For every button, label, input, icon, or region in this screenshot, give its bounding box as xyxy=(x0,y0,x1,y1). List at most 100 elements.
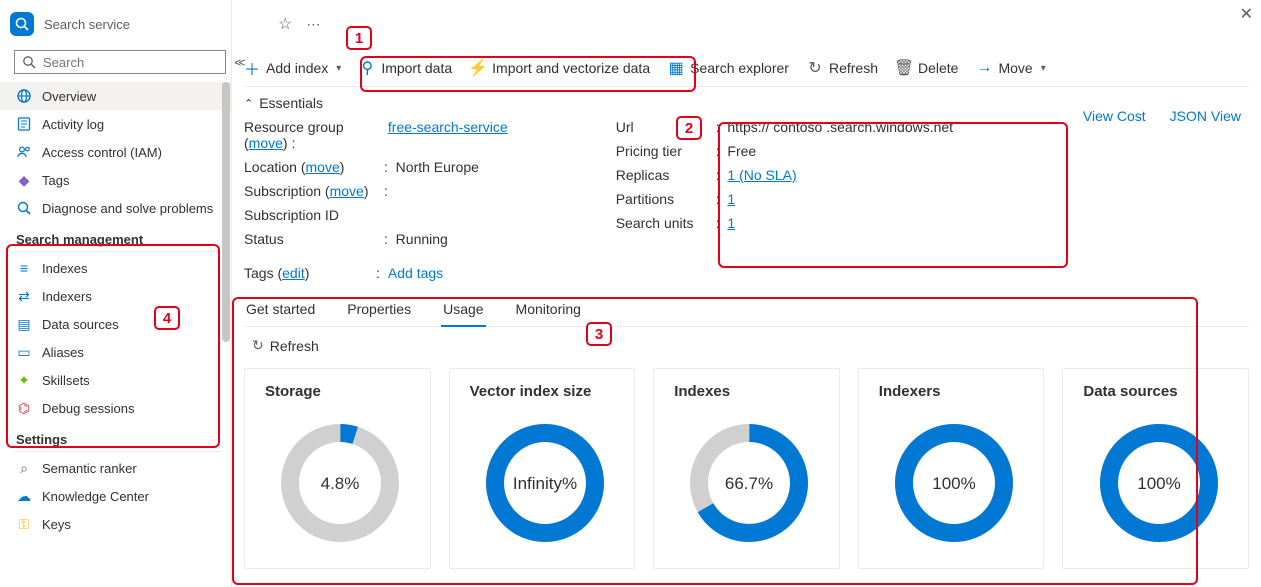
indexes-icon: ≡ xyxy=(16,260,32,276)
json-view-link[interactable]: JSON View xyxy=(1170,108,1241,124)
refresh-button[interactable]: ↻Refresh xyxy=(807,60,878,76)
alias-icon: ▭ xyxy=(16,344,32,360)
tab-usage[interactable]: Usage xyxy=(441,295,485,327)
cmd-label: Search explorer xyxy=(690,60,789,76)
nav-section-settings: Settings xyxy=(14,422,221,452)
favorite-star-icon[interactable]: ☆ xyxy=(278,14,292,34)
import-vectorize-button[interactable]: ⚡Import and vectorize data xyxy=(470,60,650,76)
tab-get-started[interactable]: Get started xyxy=(244,295,317,326)
subscription-move-link[interactable]: move xyxy=(330,183,364,199)
usage-card-storage[interactable]: Storage 4.8% xyxy=(244,368,431,569)
close-blade-button[interactable]: ✕ xyxy=(1240,4,1253,24)
tags-row: Tags (edit) :Add tags xyxy=(244,259,1249,295)
donut-chart: 4.8% xyxy=(265,408,416,558)
explorer-icon: ▦ xyxy=(668,60,684,76)
sidebar: Search service ≪ Overview Activity log A… xyxy=(0,0,232,587)
donut-chart: 66.7% xyxy=(674,408,825,558)
sidebar-item-label: Diagnose and solve problems xyxy=(42,201,213,216)
skillset-icon: ✦ xyxy=(16,372,32,388)
database-icon: ▤ xyxy=(16,316,32,332)
sidebar-search-row: ≪ xyxy=(0,50,231,82)
sidebar-item-overview[interactable]: Overview xyxy=(0,82,231,110)
add-index-button[interactable]: ＋Add index▾ xyxy=(244,60,341,76)
sidebar-scrollbar[interactable] xyxy=(222,82,230,587)
cmd-label: Import and vectorize data xyxy=(492,60,650,76)
donut-percent-label: 100% xyxy=(1137,474,1180,493)
location-value: North Europe xyxy=(396,159,479,175)
replicas-value-link[interactable]: 1 (No SLA) xyxy=(727,167,796,183)
sidebar-header: Search service xyxy=(0,0,231,50)
sidebar-item-knowledge-center[interactable]: ☁Knowledge Center xyxy=(0,482,231,510)
bug-icon: ⌬ xyxy=(16,400,32,416)
tags-edit-link[interactable]: edit xyxy=(282,265,305,281)
main-pane: ✕ ☆ ⋯ ＋Add index▾ ⚲Import data ⚡Import a… xyxy=(232,0,1261,587)
move-button[interactable]: →Move▾ xyxy=(976,60,1045,76)
search-explorer-button[interactable]: ▦ Search explorer xyxy=(668,60,789,76)
usage-card-indexers[interactable]: Indexers 100% xyxy=(858,368,1045,569)
sidebar-item-semantic-ranker[interactable]: ⌕ Semantic ranker xyxy=(0,454,231,482)
scrollbar-thumb[interactable] xyxy=(222,82,230,342)
tab-properties[interactable]: Properties xyxy=(345,295,413,326)
sidebar-item-diagnose[interactable]: Diagnose and solve problems xyxy=(0,194,231,222)
usage-card-indexes[interactable]: Indexes 66.7% xyxy=(653,368,840,569)
partitions-value-link[interactable]: 1 xyxy=(727,191,735,207)
sidebar-item-activity-log[interactable]: Activity log xyxy=(0,110,231,138)
plus-icon: ＋ xyxy=(244,60,260,76)
location-move-link[interactable]: move xyxy=(306,159,340,175)
cmd-label: Move xyxy=(998,60,1032,76)
kv-label: Replicas xyxy=(616,167,716,183)
refresh-icon: ↻ xyxy=(252,337,264,354)
plug-icon: ⚲ xyxy=(359,60,375,76)
donut-chart: 100% xyxy=(1083,408,1234,558)
sidebar-item-keys[interactable]: ⚿Keys xyxy=(0,510,231,538)
tab-monitoring[interactable]: Monitoring xyxy=(514,295,583,326)
sidebar-item-label: Indexes xyxy=(42,261,88,276)
delete-button[interactable]: 🗑Delete xyxy=(896,60,958,76)
sidebar-item-debug-sessions[interactable]: ⌬Debug sessions xyxy=(0,394,231,422)
knowledge-icon: ☁ xyxy=(16,488,32,504)
kv-label: Partitions xyxy=(616,191,716,207)
tag-icon: ◆ xyxy=(16,172,32,188)
magnifier-icon xyxy=(14,16,30,32)
card-title: Indexers xyxy=(879,383,1030,400)
sidebar-item-indexes[interactable]: ≡ Indexes xyxy=(0,254,231,282)
tags-label: Tags xyxy=(244,265,274,281)
nav-section-management: Search management xyxy=(14,222,221,252)
sidebar-search-box[interactable] xyxy=(14,50,226,74)
sidebar-item-label: Overview xyxy=(42,89,96,104)
view-cost-link[interactable]: View Cost xyxy=(1083,108,1146,124)
sidebar-item-label: Indexers xyxy=(42,289,92,304)
add-tags-link[interactable]: Add tags xyxy=(388,265,443,281)
semantic-icon: ⌕ xyxy=(16,460,32,476)
refresh-icon: ↻ xyxy=(807,60,823,76)
sidebar-item-access-control[interactable]: Access control (IAM) xyxy=(0,138,231,166)
arrow-right-icon: → xyxy=(976,60,992,76)
kv-label: Resource group xyxy=(244,119,344,135)
kv-label: Location xyxy=(244,159,297,175)
more-icon[interactable]: ⋯ xyxy=(306,16,320,33)
usage-refresh-row: ↻ Refresh xyxy=(244,327,1249,368)
usage-refresh-button[interactable]: Refresh xyxy=(270,338,319,354)
kv-label: Subscription xyxy=(244,183,321,199)
kv-label: Status xyxy=(244,231,384,247)
sidebar-nav: Overview Activity log Access control (IA… xyxy=(0,82,231,587)
service-type-label: Search service xyxy=(44,17,130,32)
sidebar-search-input[interactable] xyxy=(43,55,219,70)
sidebar-item-skillsets[interactable]: ✦Skillsets xyxy=(0,366,231,394)
usage-card-vector-index-size[interactable]: Vector index size Infinity% xyxy=(449,368,636,569)
usage-card-data-sources[interactable]: Data sources 100% xyxy=(1062,368,1249,569)
card-title: Data sources xyxy=(1083,383,1234,400)
sidebar-item-indexers[interactable]: ⇄Indexers xyxy=(0,282,231,310)
sidebar-item-data-sources[interactable]: ▤Data sources xyxy=(0,310,231,338)
search-units-value-link[interactable]: 1 xyxy=(727,215,735,231)
resource-group-value-link[interactable]: free-search-service xyxy=(388,119,508,135)
resource-group-move-link[interactable]: move xyxy=(249,135,283,151)
sidebar-item-label: Semantic ranker xyxy=(42,461,137,476)
header-right-links: View Cost JSON View xyxy=(1083,108,1241,124)
sidebar-item-label: Tags xyxy=(42,173,69,188)
sidebar-item-tags[interactable]: ◆ Tags xyxy=(0,166,231,194)
import-data-button[interactable]: ⚲Import data xyxy=(359,60,452,76)
sidebar-item-aliases[interactable]: ▭Aliases xyxy=(0,338,231,366)
sidebar-item-label: Keys xyxy=(42,517,71,532)
essentials-right-col: Url: https:// contoso .search.windows.ne… xyxy=(616,119,953,247)
